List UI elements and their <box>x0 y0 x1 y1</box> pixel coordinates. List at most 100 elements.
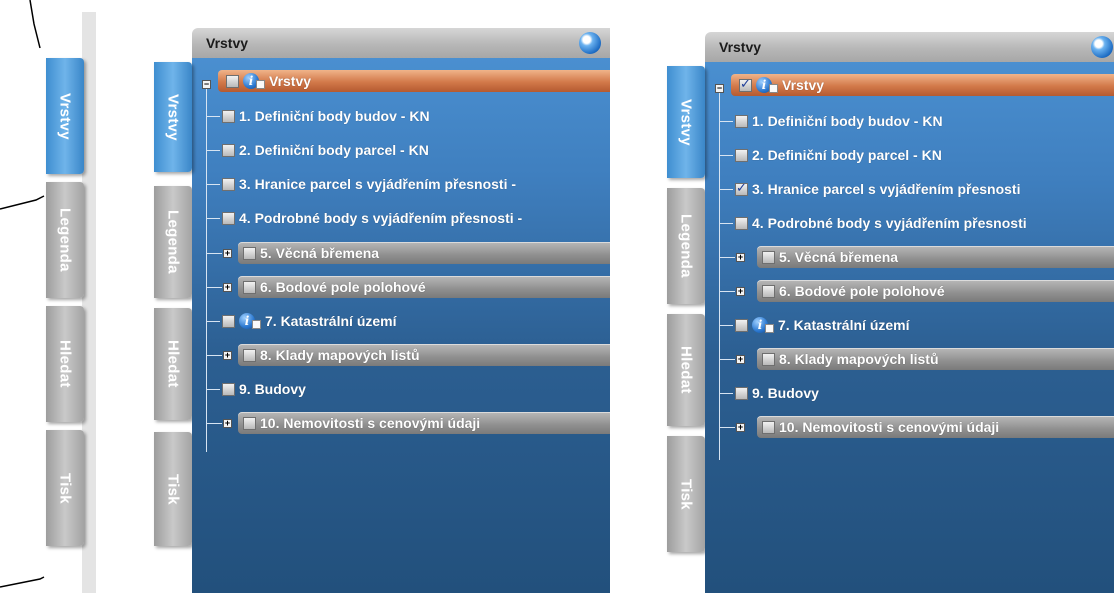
tab-label: Legenda <box>164 210 182 274</box>
layer-checkbox[interactable] <box>762 352 775 366</box>
expand-icon[interactable]: + <box>223 249 232 258</box>
expand-icon[interactable]: + <box>736 253 745 262</box>
collapse-icon[interactable]: − <box>202 80 211 89</box>
layer-group[interactable]: 6. Bodové pole polohové <box>757 280 1114 302</box>
info-icon[interactable]: i <box>752 317 774 333</box>
tab-hledat[interactable]: Hledat <box>667 314 705 426</box>
layer-label: 8. Klady mapových listů <box>779 351 939 367</box>
layer-label: 5. Věcná břemena <box>260 245 380 261</box>
layer-label: 7. Katastrální území <box>265 313 397 329</box>
layer-item[interactable]: 2. Definiční body parcel - KN <box>222 139 429 161</box>
layer-checkbox[interactable] <box>243 416 256 430</box>
panel-header: Vrstvy <box>705 32 1114 62</box>
layer-checkbox[interactable] <box>735 148 748 162</box>
layer-checkbox[interactable] <box>243 280 256 294</box>
panel-title: Vrstvy <box>719 39 762 55</box>
layer-checkbox[interactable] <box>735 386 748 400</box>
layer-item[interactable]: 3. Hranice parcel s vyjádřením přesnosti <box>735 178 1020 200</box>
layer-checkbox[interactable] <box>762 250 775 264</box>
layer-item[interactable]: 2. Definiční body parcel - KN <box>735 144 942 166</box>
layer-checkbox[interactable] <box>222 211 235 225</box>
layer-group[interactable]: 6. Bodové pole polohové <box>238 276 610 298</box>
layer-checkbox[interactable] <box>243 348 256 362</box>
layer-checkbox[interactable] <box>762 420 775 434</box>
layer-checkbox[interactable] <box>222 314 235 328</box>
layer-checkbox[interactable] <box>222 382 235 396</box>
layer-group[interactable]: 8. Klady mapových listů <box>238 344 610 366</box>
tab-vrstvy[interactable]: Vrstvy <box>667 66 705 178</box>
layer-item[interactable]: 9. Budovy <box>735 382 819 404</box>
panel-header: Vrstvy <box>192 28 610 58</box>
layer-tree: − i Vrstvy 1. Definiční body budov - KN … <box>705 62 1114 593</box>
layer-checkbox[interactable] <box>735 318 748 332</box>
layer-checkbox[interactable] <box>222 177 235 191</box>
info-icon[interactable]: i <box>756 77 778 93</box>
layer-tree: − i Vrstvy 1. Definiční body budov - KN … <box>192 58 610 593</box>
globe-icon[interactable] <box>1091 36 1113 58</box>
info-icon[interactable]: i <box>243 73 265 89</box>
tab-label: Vrstvy <box>677 98 695 146</box>
layers-panel: Vrstvy − i Vrstvy 1. Definiční body budo… <box>192 28 610 593</box>
expand-icon[interactable]: + <box>223 351 232 360</box>
layer-label: 3. Hranice parcel s vyjádřením přesnosti <box>752 181 1021 197</box>
layer-label: Vrstvy <box>269 73 312 89</box>
layer-label: 5. Věcná břemena <box>779 249 899 265</box>
collapse-icon[interactable]: − <box>715 84 724 93</box>
layer-item[interactable]: 1. Definiční body budov - KN <box>735 110 943 132</box>
layer-label: 2. Definiční body parcel - KN <box>239 142 429 158</box>
layer-item[interactable]: 1. Definiční body budov - KN <box>222 105 430 127</box>
layer-group[interactable]: 8. Klady mapových listů <box>757 348 1114 370</box>
tab-label: Tisk <box>56 472 74 504</box>
tab-vrstvy[interactable]: Vrstvy <box>46 58 84 174</box>
layer-checkbox[interactable] <box>226 74 239 88</box>
layer-group[interactable]: 5. Věcná břemena <box>757 246 1114 268</box>
tab-hledat[interactable]: Hledat <box>46 306 84 422</box>
expand-icon[interactable]: + <box>736 355 745 364</box>
layer-item[interactable]: 4. Podrobné body s vyjádřením přesnosti … <box>222 207 522 229</box>
layer-group-root[interactable]: i Vrstvy <box>731 74 1114 96</box>
layer-item[interactable]: i 7. Katastrální území <box>735 314 910 336</box>
globe-icon[interactable] <box>579 32 601 54</box>
layer-checkbox[interactable] <box>735 216 748 230</box>
panel-body: − i Vrstvy 1. Definiční body budov - KN … <box>705 62 1114 593</box>
collapsed-panel-strip: Vrstvy Legenda Hledat Tisk <box>0 0 96 593</box>
layer-checkbox[interactable] <box>735 114 748 128</box>
expand-icon[interactable]: + <box>736 287 745 296</box>
layer-group[interactable]: 5. Věcná břemena <box>238 242 610 264</box>
layer-label: 2. Definiční body parcel - KN <box>752 147 942 163</box>
tab-label: Legenda <box>56 208 74 272</box>
info-icon[interactable]: i <box>239 313 261 329</box>
tab-label: Legenda <box>677 214 695 278</box>
tab-vrstvy[interactable]: Vrstvy <box>154 62 192 172</box>
layer-checkbox[interactable] <box>735 180 748 196</box>
layer-checkbox[interactable] <box>222 109 235 123</box>
layer-item[interactable]: 9. Budovy <box>222 378 306 400</box>
tab-legenda[interactable]: Legenda <box>46 182 84 298</box>
tab-tisk[interactable]: Tisk <box>46 430 84 546</box>
layer-checkbox[interactable] <box>762 284 775 298</box>
layer-label: 9. Budovy <box>239 381 306 397</box>
tab-legenda[interactable]: Legenda <box>667 188 705 304</box>
layer-label: 6. Bodové pole polohové <box>779 283 945 299</box>
layer-item[interactable]: i 7. Katastrální území <box>222 310 397 332</box>
layer-checkbox[interactable] <box>243 246 256 260</box>
tab-label: Hledat <box>677 346 695 394</box>
tab-legenda[interactable]: Legenda <box>154 186 192 298</box>
layers-panel: Vrstvy − i Vrstvy 1. Definiční body budo… <box>705 32 1114 593</box>
panel-body: − i Vrstvy 1. Definiční body budov - KN … <box>192 58 610 593</box>
layer-group[interactable]: 10. Nemovitosti s cenovými údaji <box>238 412 610 434</box>
layer-item[interactable]: 4. Podrobné body s vyjádřením přesnosti <box>735 212 1027 234</box>
layer-checkbox[interactable] <box>222 143 235 157</box>
layer-checkbox[interactable] <box>739 76 752 92</box>
expand-icon[interactable]: + <box>223 419 232 428</box>
layer-group[interactable]: 10. Nemovitosti s cenovými údaji <box>757 416 1114 438</box>
layer-item[interactable]: 3. Hranice parcel s vyjádřením přesnosti… <box>222 173 516 195</box>
expand-icon[interactable]: + <box>736 423 745 432</box>
layer-label: 8. Klady mapových listů <box>260 347 420 363</box>
tab-tisk[interactable]: Tisk <box>667 436 705 552</box>
layer-group-root[interactable]: i Vrstvy <box>218 70 610 92</box>
tab-tisk[interactable]: Tisk <box>154 432 192 546</box>
expand-icon[interactable]: + <box>223 283 232 292</box>
layer-label: 10. Nemovitosti s cenovými údaji <box>779 419 1000 435</box>
tab-hledat[interactable]: Hledat <box>154 308 192 420</box>
